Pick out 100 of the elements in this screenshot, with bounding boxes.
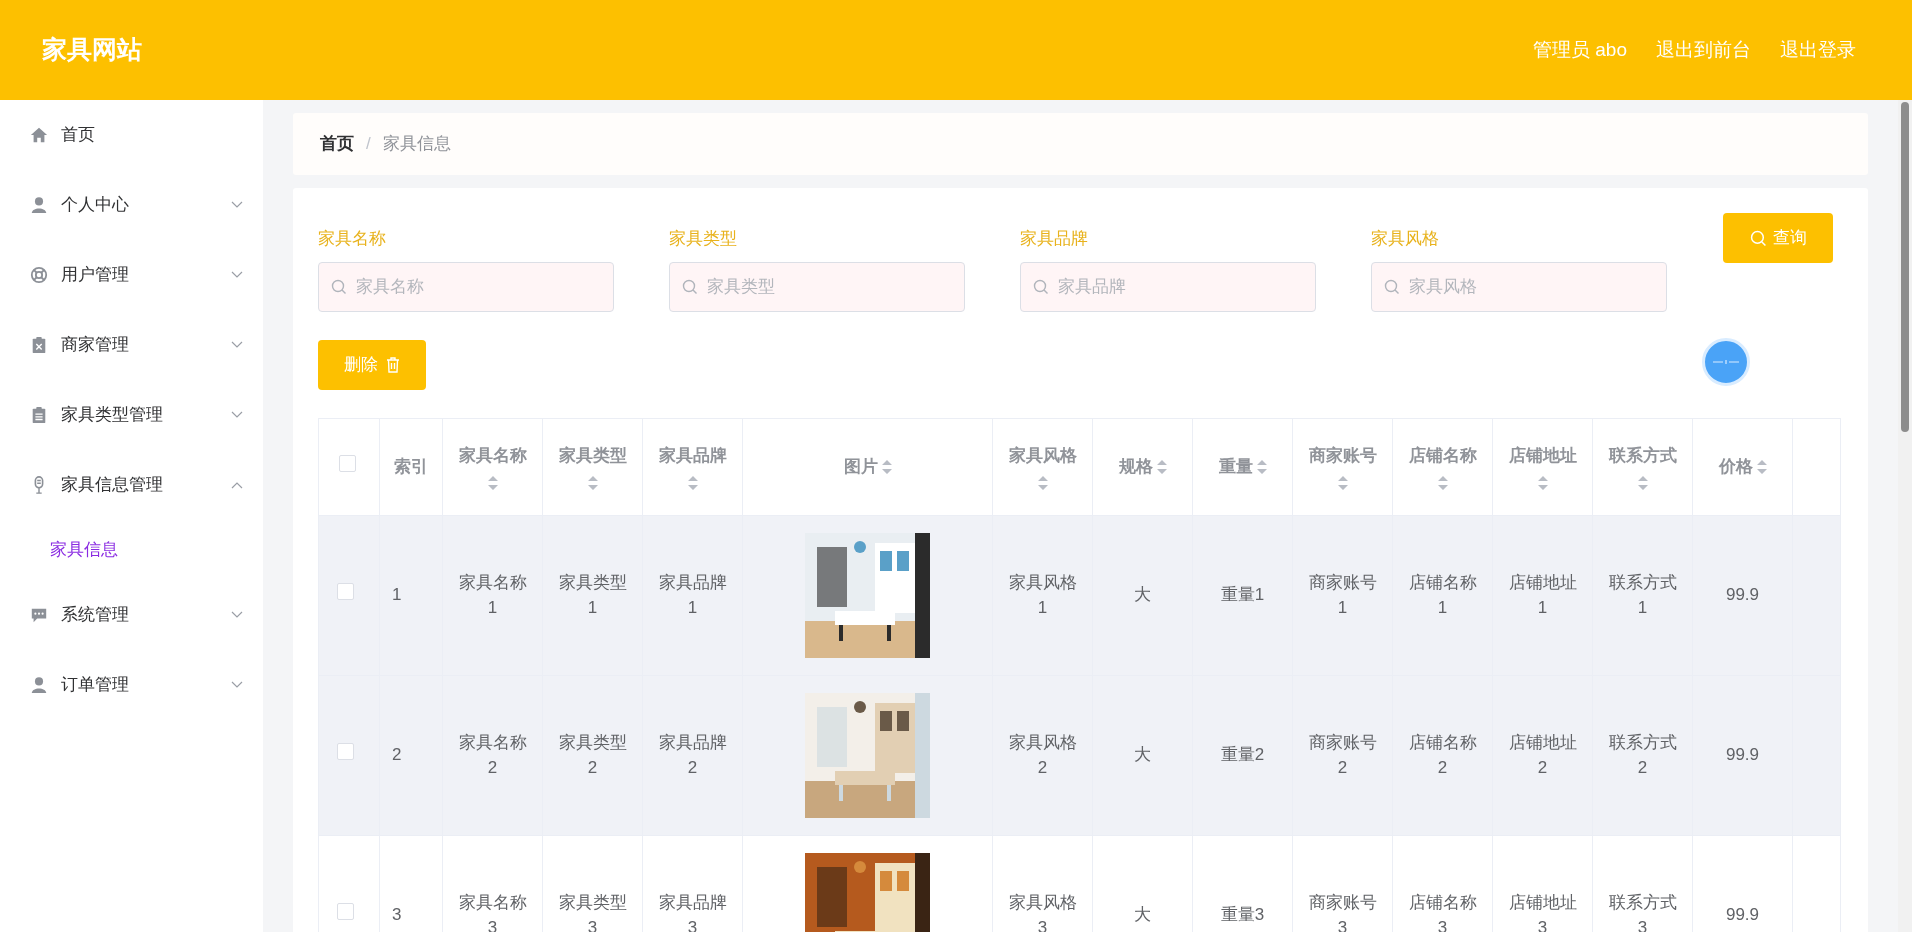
column-header[interactable]: 价格 [1718,453,1767,480]
trash-icon [386,356,400,373]
sidebar-item[interactable]: 家具类型管理 [0,380,263,450]
sidebar-item[interactable]: 家具信息管理 [0,450,263,520]
table-cell-text: 99.9 [1725,904,1760,927]
sort-icon[interactable] [1256,459,1267,474]
sort-icon[interactable] [1437,476,1448,491]
breadcrumb-separator: / [366,133,371,156]
sort-icon[interactable] [1637,476,1648,491]
sidebar-subitem[interactable]: 家具信息 [0,520,263,580]
sort-icon[interactable] [487,476,498,491]
table-cell-text: 99.9 [1725,744,1760,767]
table-cell-text: 联系方式2 [1607,731,1678,779]
table-cell-text: 店铺地址2 [1507,731,1578,779]
sort-icon[interactable] [1756,459,1767,474]
search-field[interactable]: 家具品牌 [1020,261,1316,312]
table-cell-text: 家具风格1 [1007,571,1078,619]
sidebar-item[interactable]: 订单管理 [0,650,263,720]
breadcrumb-item[interactable]: 首页 [320,131,354,157]
table-cell-text: 店铺名称1 [1407,571,1478,619]
table-cell-text: 家具名称2 [457,731,528,779]
table-cell-text: 99.9 [1725,584,1760,607]
table-cell-text: 2 [392,744,402,767]
chevron-up-icon [231,481,243,489]
search-field[interactable]: 家具风格 [1371,261,1667,312]
table-cell-text: 大 [1134,904,1151,927]
checkbox[interactable] [337,743,354,760]
header-link[interactable]: 退出到前台 [1656,35,1751,65]
breadcrumb-item: 家具信息 [382,133,451,156]
table-cell-text: 重量3 [1220,904,1265,927]
scrollbar-thumb[interactable] [1901,102,1909,432]
lifebuoy-icon [30,266,48,284]
home-icon [30,126,48,144]
chevron-down-icon [231,681,243,689]
sidebar-item[interactable]: 首页 [0,100,263,170]
checkbox[interactable] [337,583,354,600]
user-icon [30,676,48,694]
table-cell-text: 1 [392,584,402,607]
table-row[interactable]: 2 家具名称2 家具类型2 家具品牌2 家具风格2 大 重量2 商家账号2 店铺名称2 店铺地址2 联系方式2 99.9 [318,675,1841,835]
table-cell-text: 商家账号2 [1307,731,1378,779]
table-cell-text: 大 [1134,584,1151,607]
column-header: 索引 [394,455,428,478]
chevron-down-icon [231,611,243,619]
dash-icon [1712,359,1740,365]
sidebar-item[interactable]: 商家管理 [0,310,263,380]
floating-widget-button[interactable] [1702,338,1750,386]
sidebar-item[interactable]: 系统管理 [0,580,263,650]
search-icon [1033,278,1049,295]
search-field[interactable]: 家具名称 [318,261,614,312]
table-cell-text: 联系方式1 [1607,571,1678,619]
clipboard-icon [30,406,48,424]
sidebar-item[interactable]: 用户管理 [0,240,263,310]
table-cell-text: 家具类型2 [557,731,628,779]
search-field[interactable]: 家具类型 [669,261,965,312]
column-header[interactable]: 规格 [1118,453,1167,480]
filter-label: 家具品牌 [1020,228,1089,250]
scrollbar[interactable] [1898,100,1912,932]
search-icon [682,278,698,295]
header-link[interactable]: 退出登录 [1780,35,1856,65]
table-cell-text: 家具类型1 [557,571,628,619]
checkbox[interactable] [339,454,356,472]
table-cell-text: 家具风格2 [1007,731,1078,779]
table-cell-text: 家具品牌2 [657,731,728,779]
search-icon [331,278,347,295]
sidebar-item[interactable]: 个人中心 [0,170,263,240]
search-icon [1749,229,1767,247]
user-icon [30,196,48,214]
query-button[interactable]: 查询 [1723,213,1833,263]
sort-icon[interactable] [687,476,698,491]
table-cell-text: 家具品牌1 [657,571,728,619]
table-cell-text: 大 [1134,744,1151,767]
filter-label: 家具类型 [669,228,738,250]
column-header[interactable]: 重量 [1218,453,1267,480]
table-cell-text: 商家账号1 [1307,571,1378,619]
column-header[interactable]: 图片 [843,453,892,480]
site-title: 家具网站 [42,34,142,66]
filter-label: 家具风格 [1371,228,1440,250]
chevron-down-icon [231,341,243,349]
table-cell-text: 店铺地址1 [1507,571,1578,619]
message-icon [30,606,48,624]
chevron-down-icon [231,271,243,279]
sort-icon[interactable] [1037,476,1048,491]
sort-icon[interactable] [881,459,892,474]
table-row[interactable]: 1 家具名称1 家具类型1 家具品牌1 家具风格1 大 重量1 商家账号1 店铺名称1 店铺地址1 联系方式1 99.9 [318,515,1841,675]
clipboard-x-icon [30,336,48,354]
sort-icon[interactable] [1537,476,1548,491]
table-cell-text: 家具名称1 [457,571,528,619]
sort-icon[interactable] [1156,459,1167,474]
chevron-down-icon [231,411,243,419]
delete-button[interactable]: 删除 [318,339,426,390]
filter-label: 家具名称 [318,228,387,250]
table-cell-text: 3 [392,904,402,927]
checkbox[interactable] [337,903,354,920]
table-cell-text: 重量1 [1220,584,1265,607]
sort-icon[interactable] [587,476,598,491]
chevron-down-icon [231,201,243,209]
sort-icon[interactable] [1337,476,1348,491]
table-cell-text: 店铺名称2 [1407,731,1478,779]
header-link[interactable]: 管理员 abo [1533,35,1627,65]
search-icon [1384,278,1400,295]
